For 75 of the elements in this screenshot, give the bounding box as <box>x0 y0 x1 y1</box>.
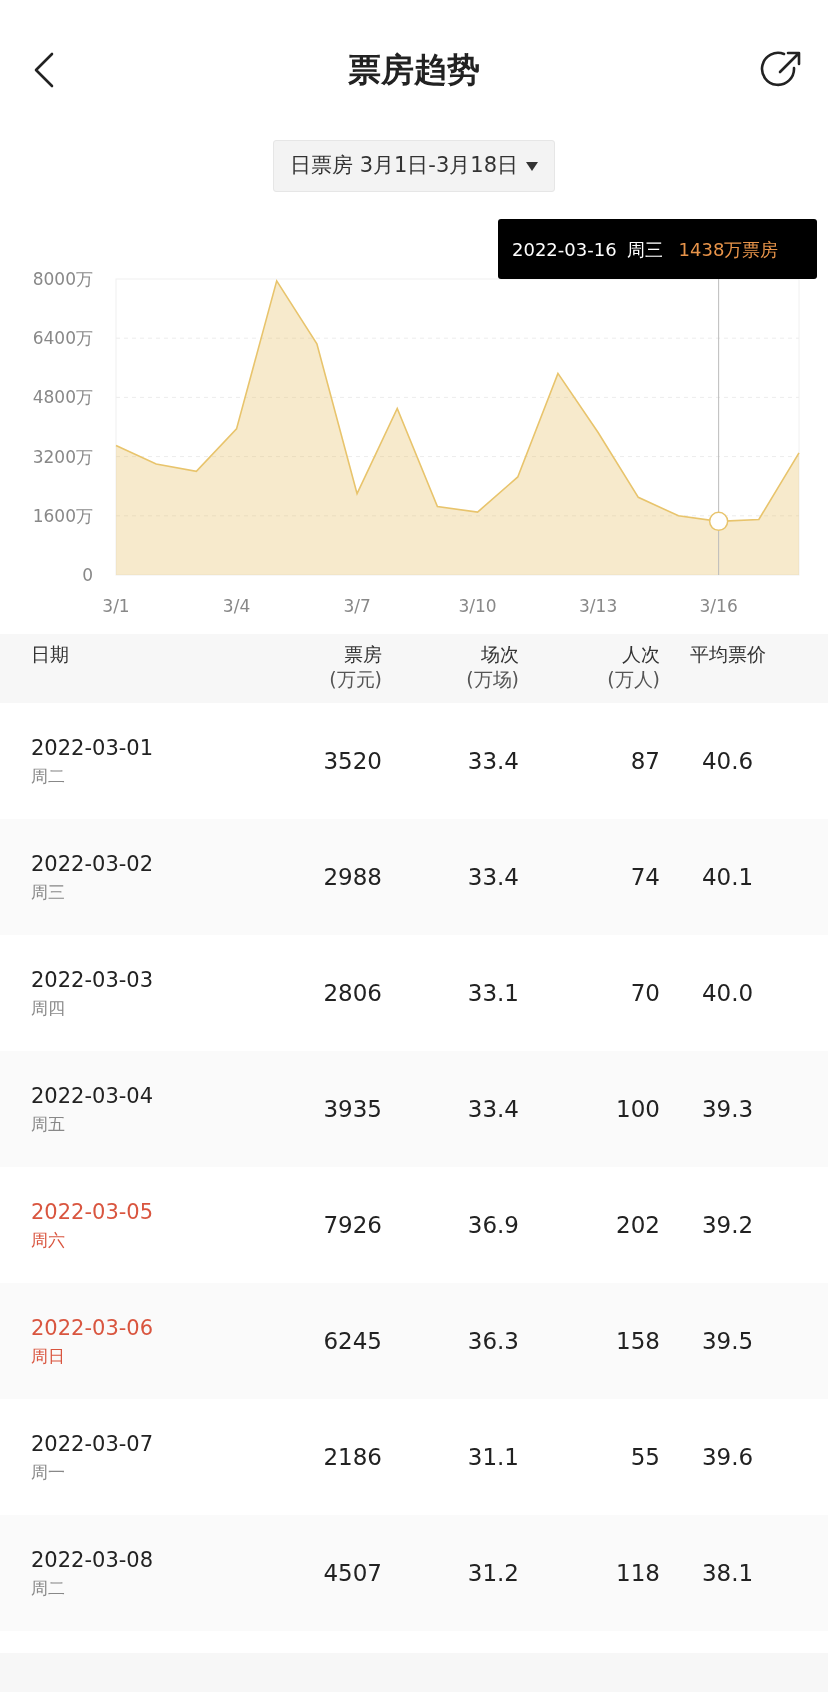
tooltip-weekday: 周三 <box>626 237 663 262</box>
table-cell-text: 158 <box>615 1326 660 1356</box>
table-cell-text: 2806 <box>322 978 382 1008</box>
table-cell-text: 36.9 <box>466 1210 519 1240</box>
y-axis-label: 0 <box>82 565 93 585</box>
weekday-text: 周二 <box>31 765 66 788</box>
column-header: 日期 <box>31 642 70 667</box>
weekday-text: 周五 <box>31 1113 66 1136</box>
table-cell-text: 4507 <box>322 1558 382 1588</box>
weekday-text: 周日 <box>31 1345 66 1368</box>
page-title: 票房趋势 <box>348 49 480 92</box>
x-axis-label: 3/1 <box>102 596 130 616</box>
x-axis-label: 3/16 <box>699 596 738 616</box>
tooltip-date: 2022-03-16 <box>512 237 617 262</box>
table-cell-text: 31.1 <box>466 1442 519 1472</box>
table-cell-text: 2186 <box>322 1442 382 1472</box>
tooltip-value: 1438万票房 <box>678 237 779 262</box>
table-cell-text: 31.2 <box>466 1558 519 1588</box>
weekday-text: 周六 <box>31 1229 66 1252</box>
weekday-text: 周三 <box>31 881 66 904</box>
table-cell-text: 33.1 <box>466 978 519 1008</box>
y-axis-label: 3200万 <box>32 446 93 467</box>
table-cell-text: 33.4 <box>466 862 519 892</box>
table-cell-text: 70 <box>629 978 660 1008</box>
highlight-point <box>708 511 729 532</box>
date-text: 2022-03-05 <box>31 1198 155 1226</box>
table-cell-text: 38.1 <box>700 1558 755 1588</box>
weekday-text: 周四 <box>31 997 66 1020</box>
date-text: 2022-03-01 <box>31 734 155 762</box>
y-axis-label: 8000万 <box>32 269 93 289</box>
column-unit: (万人) <box>606 666 660 692</box>
table-cell-text: 40.0 <box>700 978 755 1008</box>
table-cell-text: 2988 <box>322 862 382 892</box>
date-text: 2022-03-08 <box>31 1546 155 1574</box>
table-cell-text: 55 <box>629 1442 660 1472</box>
table-cell-text: 39.2 <box>700 1210 755 1240</box>
column-header: 票房 <box>343 642 382 667</box>
column-header: 人次 <box>621 642 660 667</box>
date-text: 2022-03-07 <box>31 1430 155 1458</box>
table-cell-text: 36.3 <box>466 1326 519 1356</box>
column-unit: (万元) <box>328 666 382 692</box>
weekday-text: 周二 <box>31 1577 66 1600</box>
table-cell-text: 3520 <box>322 746 382 776</box>
table-cell-text: 39.3 <box>700 1094 755 1124</box>
table-cell-text: 87 <box>629 746 660 776</box>
table-cell-text: 33.4 <box>466 1094 519 1124</box>
y-axis-label: 4800万 <box>32 387 93 408</box>
y-axis-label: 1600万 <box>32 505 93 526</box>
table-cell-text: 40.6 <box>700 746 755 776</box>
x-axis-label: 3/10 <box>458 596 497 616</box>
caret-icon <box>526 161 539 171</box>
column-unit: (万场) <box>465 666 519 692</box>
y-axis-label: 6400万 <box>32 328 93 349</box>
table-cell-text: 7926 <box>322 1210 382 1240</box>
table-cell-text: 74 <box>629 862 660 892</box>
table-cell-text: 118 <box>615 1558 660 1588</box>
table-cell-text: 100 <box>615 1094 660 1124</box>
table-cell-text: 39.5 <box>700 1326 755 1356</box>
date-text: 2022-03-04 <box>31 1082 155 1110</box>
table-cell-text: 202 <box>615 1210 660 1240</box>
date-text: 2022-03-02 <box>31 850 155 878</box>
table-cell-text: 3935 <box>322 1094 382 1124</box>
table-cell-text: 40.1 <box>700 862 755 892</box>
range-dropdown[interactable]: 日票房 3月1日-3月18日 <box>272 140 556 192</box>
column-header: 场次 <box>480 642 519 667</box>
date-text: 2022-03-03 <box>31 966 155 994</box>
table-cell-text: 33.4 <box>466 746 519 776</box>
column-header: 平均票价 <box>688 642 767 667</box>
x-axis-label: 3/7 <box>343 596 371 616</box>
table-cell-text: 39.6 <box>700 1442 755 1472</box>
x-axis-label: 3/4 <box>222 596 251 616</box>
table-cell-text: 6245 <box>322 1326 382 1356</box>
date-text: 2022-03-06 <box>31 1314 155 1342</box>
weekday-text: 周一 <box>31 1461 66 1484</box>
x-axis-label: 3/13 <box>579 596 618 616</box>
